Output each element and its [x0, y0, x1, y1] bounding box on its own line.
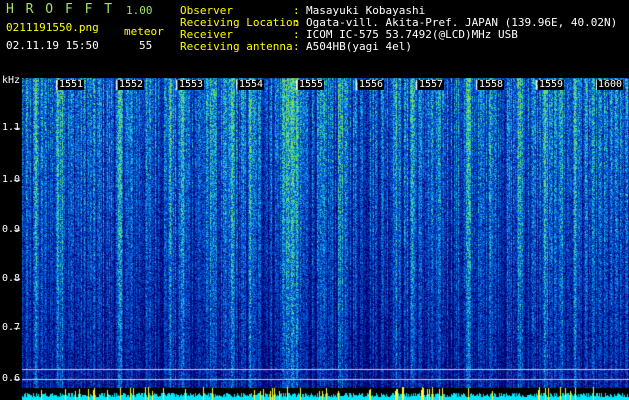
file-datetime: 02.11.19 15:50 — [6, 39, 99, 52]
x-tick-label: 1553 — [178, 79, 205, 90]
y-axis-unit: kHz — [2, 75, 21, 86]
y-tick-label: 1.1 — [2, 122, 21, 133]
x-tick-label: 1558 — [478, 79, 505, 90]
header-panel: H R O F F T 1.00 0211191550.png meteor 0… — [0, 0, 629, 78]
x-tick-label: 1557 — [418, 79, 445, 90]
info-key-antenna: Receiving antenna — [180, 40, 293, 53]
x-tick-label: 1556 — [358, 79, 385, 90]
x-tick-label: 1600 — [597, 79, 624, 90]
y-tick-label: 0.7 — [2, 322, 21, 333]
info-value-antenna: A504HB(yagi 4el) — [306, 40, 412, 53]
meteor-label: meteor — [124, 25, 164, 38]
app-name: H R O F F T — [6, 2, 115, 17]
file-name: 0211191550.png — [6, 21, 99, 34]
info-sep: : — [293, 40, 300, 53]
meteor-count: 55 — [139, 39, 153, 52]
y-tick-label: 0.9 — [2, 224, 21, 235]
x-tick-label: 1554 — [238, 79, 265, 90]
app-version: 1.00 — [126, 4, 153, 17]
x-tick-label: 1551 — [58, 79, 85, 90]
y-tick-label: 0.6 — [2, 373, 21, 384]
x-tick-label: 1555 — [298, 79, 325, 90]
x-tick-label: 1559 — [538, 79, 565, 90]
y-tick-label: 1.0 — [2, 174, 21, 185]
y-tick-label: 0.8 — [2, 273, 21, 284]
x-tick-label: 1552 — [118, 79, 145, 90]
